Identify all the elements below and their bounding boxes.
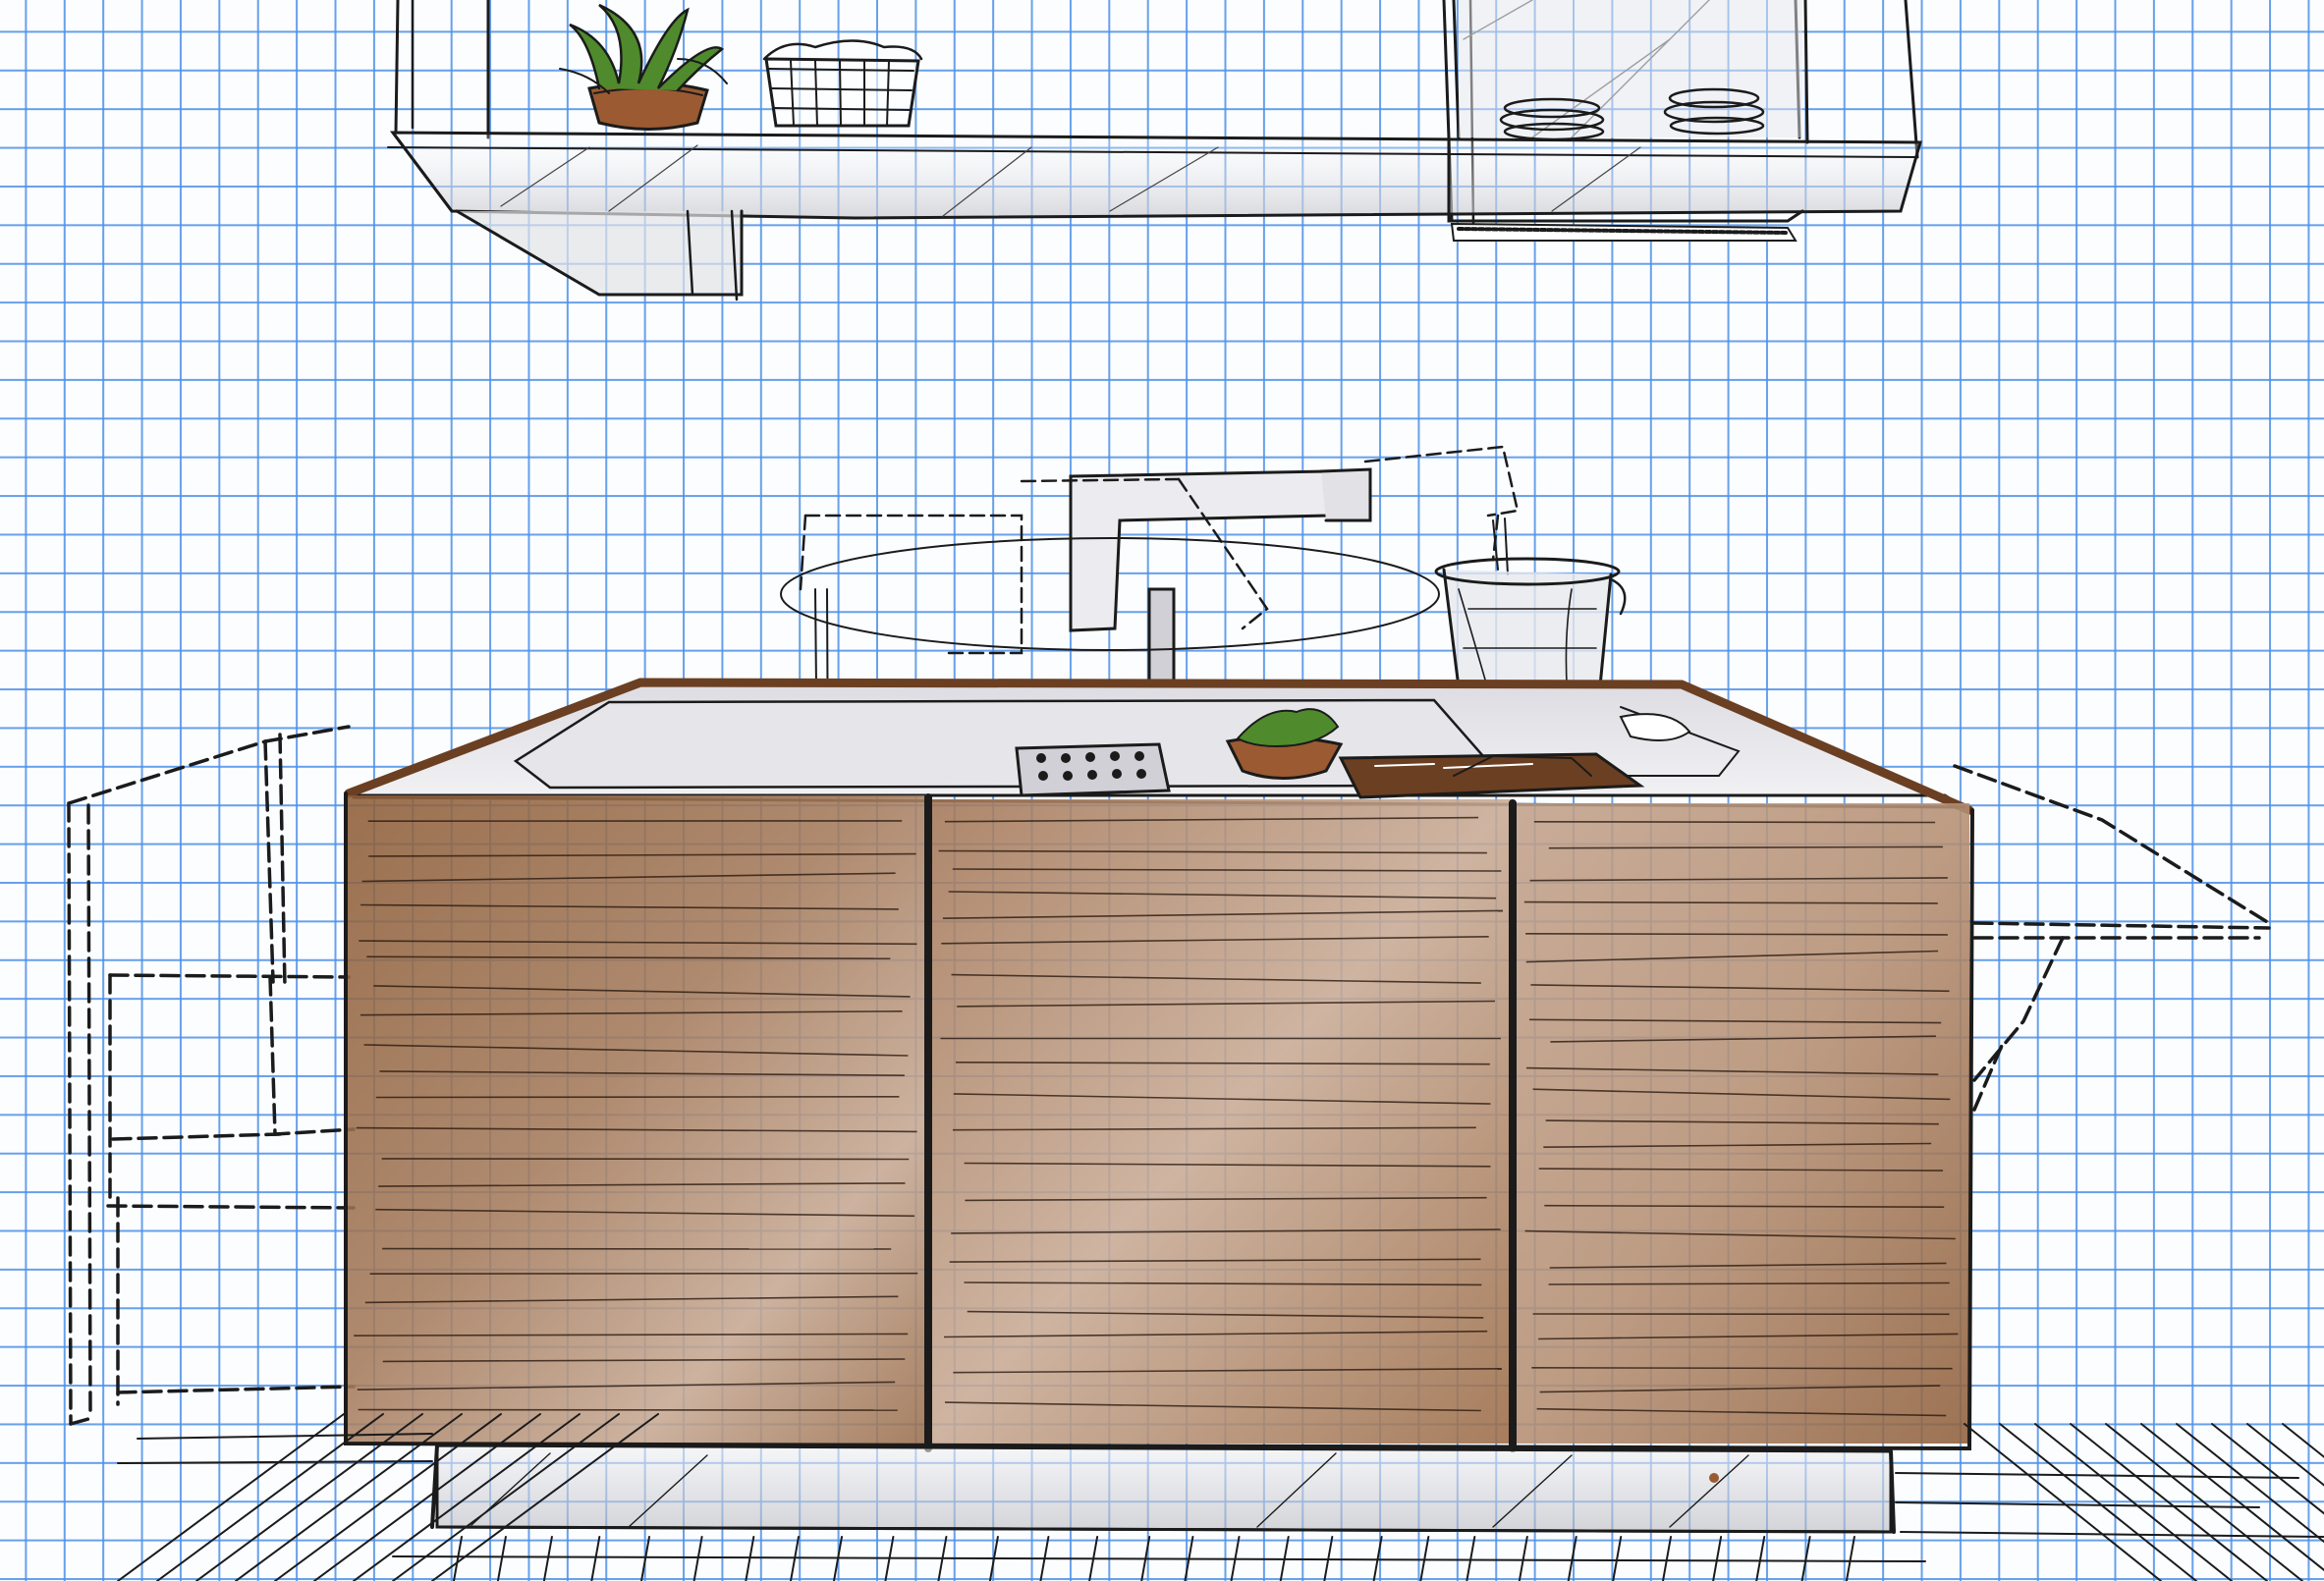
floor-stroke [1662, 1536, 1672, 1581]
floor-stroke [1518, 1536, 1528, 1581]
floor-stroke [542, 1536, 553, 1581]
floor-stroke [692, 1536, 703, 1581]
floor-stroke [117, 1460, 433, 1464]
dashed-chair-right [1953, 764, 2271, 1112]
floor-stroke [2176, 1423, 2324, 1544]
floor-stroke [790, 1536, 800, 1581]
floor-stroke [640, 1536, 650, 1581]
floor-stroke [1999, 1423, 2197, 1581]
floor-stroke [1964, 1423, 2162, 1581]
floor-stroke [1466, 1536, 1476, 1581]
floor-stroke [833, 1536, 843, 1581]
floor-stroke [745, 1536, 755, 1581]
floor-stroke [2070, 1423, 2268, 1581]
hatch-stroke [1533, 821, 1936, 824]
floor-stroke [1612, 1536, 1623, 1581]
floor-stroke [2282, 1423, 2324, 1458]
hatch-stroke [381, 1158, 910, 1161]
floor-stroke [1800, 1536, 1811, 1581]
hatch-stroke [1525, 933, 1948, 936]
shelf-plant [559, 3, 728, 131]
kitchen-sketch [67, 0, 2324, 1581]
floor-stroke [2034, 1423, 2233, 1581]
dashed-chair-left [67, 725, 356, 1426]
island-countertop [344, 678, 1974, 815]
floor-stroke [1900, 1531, 2324, 1538]
plinth [430, 1444, 1896, 1534]
hatch-stroke [358, 1408, 898, 1411]
hanging-shelf [387, 0, 1922, 301]
hatch-stroke [369, 1272, 918, 1275]
drain-grate [1015, 742, 1171, 797]
floor-stroke [1712, 1536, 1723, 1581]
floor-stroke [590, 1536, 601, 1581]
floor-stroke [1845, 1536, 1855, 1581]
sketch-canvas [0, 0, 2324, 1581]
floor-stroke [1755, 1536, 1766, 1581]
island-cabinet [344, 791, 1974, 1452]
floor-stroke [2105, 1423, 2303, 1581]
floor-stroke [496, 1536, 507, 1581]
wire-basket [762, 39, 923, 128]
floor-stroke [1567, 1536, 1577, 1581]
hatch-stroke [1531, 1367, 1953, 1370]
floor-stroke [392, 1555, 1926, 1562]
hatch-stroke [375, 1096, 900, 1099]
